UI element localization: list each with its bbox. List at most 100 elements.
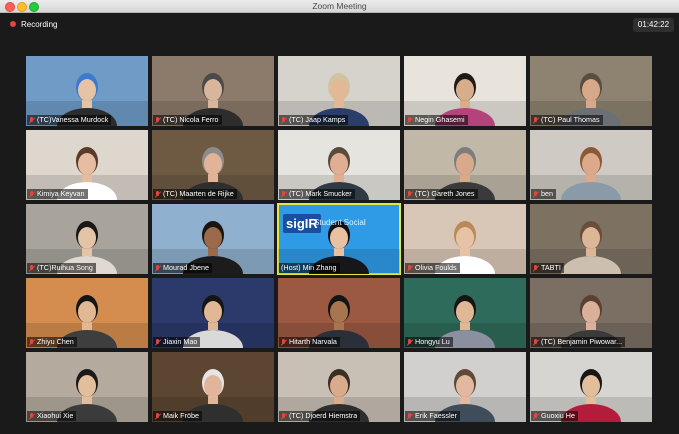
participant-name: Kimiya Keyvan (37, 189, 85, 198)
participant-tile[interactable]: Olivia Foulds (404, 204, 526, 274)
participant-name-bar: Erik Faessler (405, 411, 460, 421)
mic-muted-icon (155, 338, 160, 346)
participant-name-bar: Zhiyu Chen (27, 337, 77, 347)
participant-tile[interactable]: (TC) Gareth Jones (404, 130, 526, 200)
participant-tile[interactable]: Zhiyu Chen (26, 278, 148, 348)
participant-name: (TC)Vanessa Murdock (37, 115, 109, 124)
meeting-area: (TC)Vanessa Murdock (TC) Nicola Ferro (TC)… (0, 13, 679, 434)
participant-tile[interactable]: (TC) Paul Thomas (530, 56, 652, 126)
participant-name: Xiaohui Xie (37, 411, 74, 420)
participant-name-bar: (TC)Vanessa Murdock (27, 115, 112, 125)
participant-tile[interactable]: Kimiya Keyvan (26, 130, 148, 200)
participant-name: (TC) Jaap Kamps (289, 115, 346, 124)
mic-muted-icon (281, 412, 286, 420)
participant-name: (TC)Ruihua Song (37, 263, 93, 272)
mic-muted-icon (155, 264, 160, 272)
recording-indicator[interactable]: Recording (10, 18, 57, 30)
participant-name-bar: Olivia Foulds (405, 263, 460, 273)
participant-name-bar: (TC) Benjamin Piwowar... (531, 337, 626, 347)
participant-tile[interactable]: (TC) Djoerd Hiemstra (278, 352, 400, 422)
mic-muted-icon (281, 338, 286, 346)
participant-tile[interactable]: (TC) Benjamin Piwowar... (530, 278, 652, 348)
participant-tile[interactable]: Mourad Jbene (152, 204, 274, 274)
participant-name-bar: (TC) Paul Thomas (531, 115, 603, 125)
participant-tile[interactable]: (TC)Ruihua Song (26, 204, 148, 274)
participant-name-bar: Negin Ghasemi (405, 115, 468, 125)
participant-name-bar: ben (531, 189, 556, 199)
participant-tile[interactable]: (TC)Vanessa Murdock (26, 56, 148, 126)
mic-muted-icon (407, 264, 412, 272)
participant-tile[interactable]: Erik Faessler (404, 352, 526, 422)
participant-name: ben (541, 189, 553, 198)
participant-name: Erik Faessler (415, 411, 457, 420)
mic-muted-icon (407, 116, 412, 124)
mic-muted-icon (29, 116, 34, 124)
mic-muted-icon (155, 116, 160, 124)
mic-muted-icon (29, 264, 34, 272)
participant-name-bar: Jiaxin Mao (153, 337, 201, 347)
participant-name-bar: Xiaohui Xie (27, 411, 77, 421)
meeting-timer: 01:42:22 (633, 18, 674, 32)
participant-name: Mourad Jbene (163, 263, 209, 272)
participant-name-bar: Kimiya Keyvan (27, 189, 88, 199)
recording-dot-icon (10, 21, 16, 27)
participant-name: (TC) Benjamin Piwowar... (541, 337, 623, 346)
participant-tile[interactable]: (TC) Nicola Ferro (152, 56, 274, 126)
participant-name: Maik Fröbe (163, 411, 199, 420)
participant-name: Hongyu Lu (415, 337, 450, 346)
participant-name-bar: (TC) Gareth Jones (405, 189, 478, 199)
participant-name-bar: Hongyu Lu (405, 337, 453, 347)
participant-name: (TC) Maarten de Rijke (163, 189, 234, 198)
participant-name: Hitarth Narvala (289, 337, 337, 346)
participant-name: Negin Ghasemi (415, 115, 465, 124)
participant-name-bar: (Host) Min Zhang (279, 263, 340, 273)
participant-tile[interactable]: Guoxiu He (530, 352, 652, 422)
participant-name-bar: Mourad Jbene (153, 263, 212, 273)
participant-tile[interactable]: (TC) Jaap Kamps (278, 56, 400, 126)
participant-tile[interactable]: Negin Ghasemi (404, 56, 526, 126)
title-bar: Zoom Meeting (0, 0, 679, 13)
mic-muted-icon (29, 412, 34, 420)
participant-name-bar: Hitarth Narvala (279, 337, 340, 347)
mic-muted-icon (533, 412, 538, 420)
mic-muted-icon (533, 338, 538, 346)
participant-tile[interactable]: ben (530, 130, 652, 200)
participant-tile[interactable]: Hitarth Narvala (278, 278, 400, 348)
participant-name-bar: (TC) Nicola Ferro (153, 115, 222, 125)
participant-name: (TC) Nicola Ferro (163, 115, 219, 124)
participant-name-bar: Guoxiu He (531, 411, 578, 421)
participant-name: (Host) Min Zhang (281, 263, 337, 272)
recording-label: Recording (21, 19, 58, 29)
participant-name: (TC) Paul Thomas (541, 115, 600, 124)
participant-name: Jiaxin Mao (163, 337, 198, 346)
participant-name: Zhiyu Chen (37, 337, 74, 346)
participant-name-bar: (TC) Maarten de Rijke (153, 189, 237, 199)
participant-tile[interactable]: Xiaohui Xie (26, 352, 148, 422)
participant-tile[interactable]: (TC) Maarten de Rijke (152, 130, 274, 200)
window-title: Zoom Meeting (312, 1, 367, 11)
mic-muted-icon (533, 116, 538, 124)
mic-muted-icon (29, 338, 34, 346)
mic-muted-icon (29, 190, 34, 198)
participant-tile[interactable]: sigIR Student Social (Host) Min Zhang (277, 203, 401, 275)
gallery-grid: (TC)Vanessa Murdock (TC) Nicola Ferro (TC)… (0, 13, 679, 434)
participant-name-bar: (TC) Jaap Kamps (279, 115, 349, 125)
participant-tile[interactable]: Jiaxin Mao (152, 278, 274, 348)
participant-tile[interactable]: TABTI (530, 204, 652, 274)
mic-muted-icon (155, 190, 160, 198)
participant-name-bar: Maik Fröbe (153, 411, 202, 421)
mic-muted-icon (281, 116, 286, 124)
participant-tile[interactable]: Hongyu Lu (404, 278, 526, 348)
banner-subtitle: Student Social (314, 218, 366, 227)
participant-name: (TC) Djoerd Hiemstra (289, 411, 358, 420)
participant-name-bar: (TC) Mark Smucker (279, 189, 355, 199)
participant-tile[interactable]: Maik Fröbe (152, 352, 274, 422)
participant-name: Olivia Foulds (415, 263, 457, 272)
mic-muted-icon (281, 190, 286, 198)
participant-name: TABTI (541, 263, 561, 272)
participant-name: (TC) Mark Smucker (289, 189, 352, 198)
mic-muted-icon (533, 190, 538, 198)
mic-muted-icon (155, 412, 160, 420)
participant-name: (TC) Gareth Jones (415, 189, 475, 198)
participant-tile[interactable]: (TC) Mark Smucker (278, 130, 400, 200)
